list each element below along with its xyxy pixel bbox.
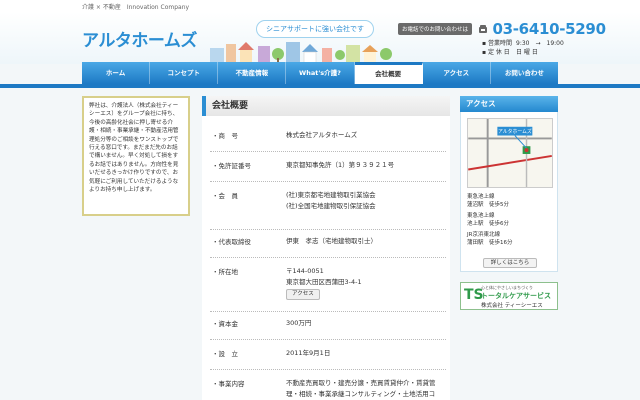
row-value: 2011年9月1日 — [286, 349, 331, 357]
station-line: 東急池上線 — [467, 194, 495, 200]
profile-row: ・事業内容 不動産売買取り・建売分譲・売買賃貸仲介・賃貸管理・相続・事業承継コン… — [210, 378, 446, 400]
profile-row: ・免許証番号 東京都知事免許（1）第９３９２１号 — [210, 160, 446, 182]
station-line: 東急池上線 — [467, 213, 495, 219]
tab-real-estate[interactable]: 不動産情報 — [218, 62, 287, 84]
row-label: ・代表取締役 — [212, 238, 251, 246]
row-label: ・会 員 — [212, 192, 238, 200]
tab-contact[interactable]: お問い合わせ — [491, 62, 558, 84]
tcs-banner[interactable]: TS 心と体にやさしいまちづくり トータルケアサービス 株式会社 ティーシーエス — [460, 282, 558, 310]
row-value: 伊東 孝志（宅地建物取引士） — [286, 237, 377, 245]
row-value: 不動産売買取り・建売分譲・売買賃貸仲介・賃貸管理・相続・事業承継コンサルティング… — [286, 379, 436, 398]
row-label: ・商 号 — [212, 132, 238, 140]
row-value: 株式会社アルタホームズ — [286, 131, 358, 139]
tab-home[interactable]: ホーム — [82, 62, 151, 84]
main-nav: ホーム コンセプト 不動産情報 What's介護? 会社概要 アクセス お問い合… — [82, 62, 558, 84]
contact-block: お電話でのお問い合わせは 03-6410-5290 — [398, 20, 606, 38]
profile-row: ・代表取締役 伊東 孝志（宅地建物取引士） — [210, 236, 446, 258]
station-name: 蓮沼駅 徒歩5分 — [467, 201, 509, 208]
profile-row: ・所在地 〒144-0051 東京都大田区西蒲田3-4-1 アクセス — [210, 266, 446, 312]
hours-key: 営業時間 — [487, 40, 512, 47]
banner-title: トータルケアサービス — [481, 292, 551, 300]
phone-label: お電話でのお問い合わせは — [398, 23, 473, 35]
banner-company: 株式会社 ティーシーエス — [481, 303, 543, 309]
tab-concept[interactable]: コンセプト — [150, 62, 219, 84]
access-sidebar: アクセス アルタホームズ 東急池上線 蓮沼駅 徒歩5分 東急池上線 池上駅 徒歩… — [460, 96, 558, 272]
profile-row: ・会 員 (社)東京都宅地建物取引業協会 (社)全国宅地建物取引保証協会 — [210, 190, 446, 230]
top-strip: 介護 × 不動産 Innovation Company — [0, 0, 640, 12]
row-value: 300万円 — [286, 319, 312, 327]
profile-row: ・設 立 2011年9月1日 — [210, 348, 446, 370]
closed-value: 日 曜 日 — [516, 49, 538, 56]
tab-company[interactable]: 会社概要 — [354, 62, 423, 84]
phone-icon — [479, 25, 488, 33]
map-label: アルタホームズ — [498, 128, 532, 135]
row-value: 〒144-0051 東京都大田区西蒲田3-4-1 アクセス — [286, 266, 446, 300]
intro-box: 弊社は、介護法人（株式会社ティーシーエス）をグループ会社に持ち、今後の高齢化社会… — [82, 96, 190, 216]
closed-key: 定 休 日 — [487, 49, 510, 56]
row-value: (社)東京都宅地建物取引業協会 (社)全国宅地建物取引保証協会 — [286, 191, 376, 210]
address-text: 〒144-0051 東京都大田区西蒲田3-4-1 — [286, 267, 362, 286]
tagline-badge: シニアサポートに強い会社です — [256, 20, 374, 38]
tab-access[interactable]: アクセス — [423, 62, 491, 84]
row-label: ・免許証番号 — [212, 162, 251, 170]
access-button[interactable]: アクセス — [286, 289, 320, 300]
access-heading: アクセス — [460, 96, 558, 112]
site-logo[interactable]: アルタホームズ — [82, 26, 197, 51]
station-name: 蒲田駅 徒歩16分 — [467, 239, 513, 246]
row-label: ・所在地 — [212, 268, 238, 276]
station-line: JR京浜東北線 — [467, 232, 500, 238]
page-title: 会社概要 — [202, 96, 450, 116]
profile-row: ・資本金 300万円 — [210, 318, 446, 340]
phone-number[interactable]: 03-6410-5290 — [492, 20, 606, 38]
hours-value: 9:30 → 19:00 — [516, 40, 564, 47]
access-map[interactable]: アルタホームズ — [467, 118, 553, 188]
intro-text: 弊社は、介護法人（株式会社ティーシーエス）をグループ会社に持ち、今後の高齢化社会… — [89, 103, 179, 194]
tagline: 介護 × 不動産 Innovation Company — [82, 4, 190, 11]
access-body: アルタホームズ 東急池上線 蓮沼駅 徒歩5分 東急池上線 池上駅 徒歩6分 JR… — [460, 112, 558, 272]
nav-underline — [0, 84, 640, 88]
station-name: 池上駅 徒歩6分 — [467, 220, 509, 227]
row-label: ・事業内容 — [212, 380, 245, 388]
profile-row: ・商 号 株式会社アルタホームズ — [210, 130, 446, 152]
row-label: ・設 立 — [212, 350, 238, 358]
row-value: 東京都知事免許（1）第９３９２１号 — [286, 161, 395, 169]
town-illustration — [210, 42, 392, 64]
company-profile: 会社概要 ・商 号 株式会社アルタホームズ ・免許証番号 東京都知事免許（1）第… — [202, 96, 450, 400]
row-label: ・資本金 — [212, 320, 238, 328]
station-list: 東急池上線 蓮沼駅 徒歩5分 東急池上線 池上駅 徒歩6分 JR京浜東北線 蒲田… — [467, 194, 513, 247]
details-button[interactable]: 詳しくはこちら — [483, 258, 537, 268]
business-hours: ▪ 営業時間 9:30 → 19:00 ▪ 定 休 日日 曜 日 — [482, 40, 564, 56]
tab-whats-care[interactable]: What's介護? — [286, 62, 355, 84]
